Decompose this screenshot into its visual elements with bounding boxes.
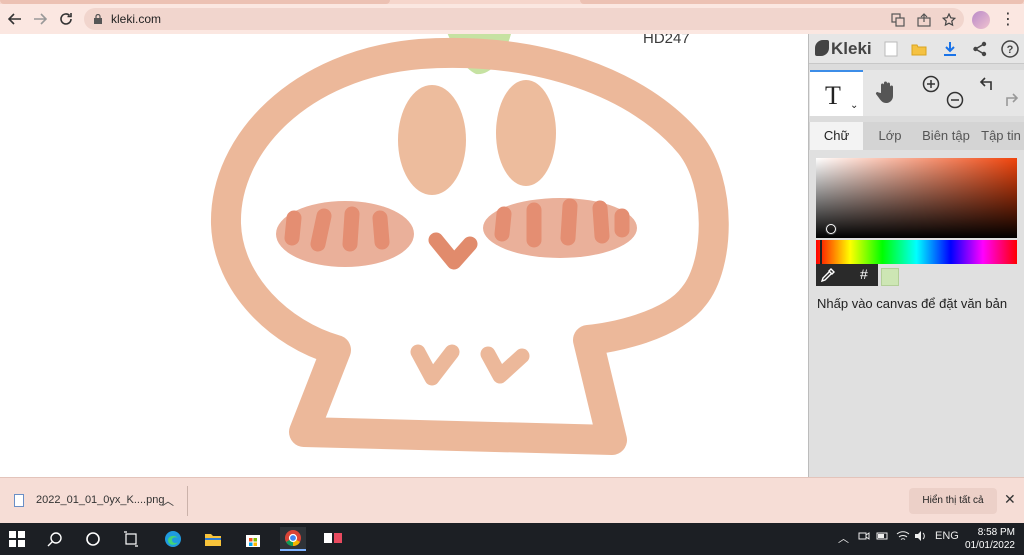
browser-toolbar: kleki.com ⋮ [0, 4, 1024, 34]
tab-layers[interactable]: Lớp [867, 122, 913, 150]
hand-icon [875, 81, 893, 103]
color-saturation-value-picker[interactable] [816, 158, 1017, 238]
hand-tool-button[interactable] [871, 76, 903, 108]
text-tool-hint: Nhấp vào canvas để đặt văn bản [817, 296, 1008, 311]
kleki-logo-icon [815, 40, 829, 56]
new-file-button[interactable] [881, 39, 901, 59]
back-button[interactable] [4, 8, 26, 30]
tool-row: T ⌄ [809, 70, 1024, 116]
open-folder-button[interactable] [909, 39, 929, 59]
redo-button[interactable] [999, 90, 1021, 110]
svg-text:?: ? [1007, 44, 1014, 56]
bookmark-star-icon[interactable] [941, 12, 957, 28]
task-view-icon[interactable] [118, 527, 144, 551]
edge-browser-icon[interactable] [160, 527, 186, 551]
windows-taskbar: ︿ ENG 8:58 PM 01/01/2022 [0, 523, 1024, 555]
volume-icon[interactable] [914, 530, 928, 545]
arrow-right-icon [34, 13, 47, 25]
hue-slider-handle[interactable] [820, 240, 822, 264]
right-eye [496, 80, 556, 186]
chevron-down-icon[interactable]: ⌄ [850, 100, 858, 111]
beak [428, 232, 478, 270]
eyedropper-icon[interactable] [820, 267, 836, 283]
download-filename: 2022_01_01_0yx_K....png [36, 494, 165, 506]
battery-icon[interactable] [876, 530, 890, 545]
file-explorer-icon[interactable] [200, 527, 226, 551]
share-button[interactable] [970, 39, 990, 59]
color-tools-bar: # [816, 264, 878, 286]
url-text: kleki.com [111, 12, 162, 26]
windows-start-icon[interactable] [4, 527, 30, 551]
kleki-logo[interactable]: Kleki [815, 39, 872, 59]
text-tool-button[interactable]: T ⌄ [810, 70, 863, 116]
kleki-side-panel: Kleki ? T ⌄ Chữ Lớp Biên tập Tập tin # N… [808, 34, 1024, 477]
new-file-icon [884, 41, 898, 57]
zoom-in-button[interactable] [921, 74, 941, 94]
snipping-tool-icon[interactable] [320, 527, 346, 551]
text-tool-panel: # Nhấp vào canvas để đặt văn bản [809, 150, 1024, 477]
drawing-canvas[interactable]: HD247 [0, 34, 808, 477]
search-icon[interactable] [42, 527, 68, 551]
help-button[interactable]: ? [1000, 39, 1020, 59]
translate-icon[interactable] [890, 12, 906, 28]
color-picker-handle[interactable] [826, 224, 836, 234]
download-item[interactable]: 2022_01_01_0yx_K....png ︿ [8, 486, 188, 516]
chrome-icon[interactable] [280, 527, 306, 551]
left-eye [398, 85, 466, 195]
tab-edit[interactable]: Biên tập [915, 122, 977, 150]
chevron-up-icon[interactable]: ︿ [838, 530, 849, 546]
brand-label: Kleki [831, 39, 872, 58]
text-tool-label: T [825, 81, 841, 110]
image-file-icon [14, 494, 24, 507]
clock-time: 8:58 PM [977, 527, 1015, 538]
redo-icon [1006, 93, 1019, 106]
folder-icon [911, 44, 927, 56]
zoom-out-icon [946, 91, 964, 109]
clock-date: 01/01/2022 [964, 540, 1015, 551]
forward-button[interactable] [29, 8, 51, 30]
panel-tabs: Chữ Lớp Biên tập Tập tin [809, 122, 1024, 150]
watermark-text: HD247 [643, 34, 690, 47]
hue-slider[interactable] [816, 240, 1017, 264]
panel-header: Kleki ? [809, 34, 1024, 64]
undo-button[interactable] [977, 74, 999, 94]
share-icon [973, 41, 987, 57]
hex-input-button[interactable]: # [860, 266, 868, 282]
chevron-up-icon[interactable]: ︿ [162, 492, 174, 509]
reload-icon [60, 13, 72, 25]
undo-icon [979, 77, 992, 90]
show-all-downloads-button[interactable]: Hiển thị tất cả [909, 488, 997, 514]
zoom-out-button[interactable] [945, 90, 965, 110]
secondary-color-swatch[interactable] [881, 268, 899, 286]
meet-now-icon[interactable] [858, 530, 870, 545]
cortana-icon[interactable] [80, 527, 106, 551]
address-bar[interactable]: kleki.com [84, 8, 964, 30]
canvas-drawing [210, 34, 729, 455]
download-button[interactable] [940, 39, 960, 59]
help-icon: ? [1001, 40, 1019, 58]
profile-avatar[interactable] [972, 11, 990, 29]
download-bar: 2022_01_01_0yx_K....png ︿ Hiển thị tất c… [0, 477, 1024, 523]
close-icon[interactable]: ✕ [1004, 491, 1016, 508]
reload-button[interactable] [55, 8, 77, 30]
lock-icon [94, 14, 102, 24]
download-icon [944, 42, 956, 56]
browser-menu-icon[interactable]: ⋮ [1000, 10, 1016, 30]
arrow-left-icon [8, 13, 21, 25]
tab-file[interactable]: Tập tin [977, 122, 1024, 150]
tooth-right [480, 346, 530, 384]
wifi-icon[interactable] [896, 530, 910, 545]
share-page-icon[interactable] [916, 12, 932, 28]
tab-text[interactable]: Chữ [810, 122, 863, 150]
system-clock[interactable]: 8:58 PM 01/01/2022 [955, 526, 1015, 552]
zoom-in-icon [922, 75, 940, 93]
microsoft-store-icon[interactable] [240, 527, 266, 551]
tooth-left [410, 344, 460, 386]
